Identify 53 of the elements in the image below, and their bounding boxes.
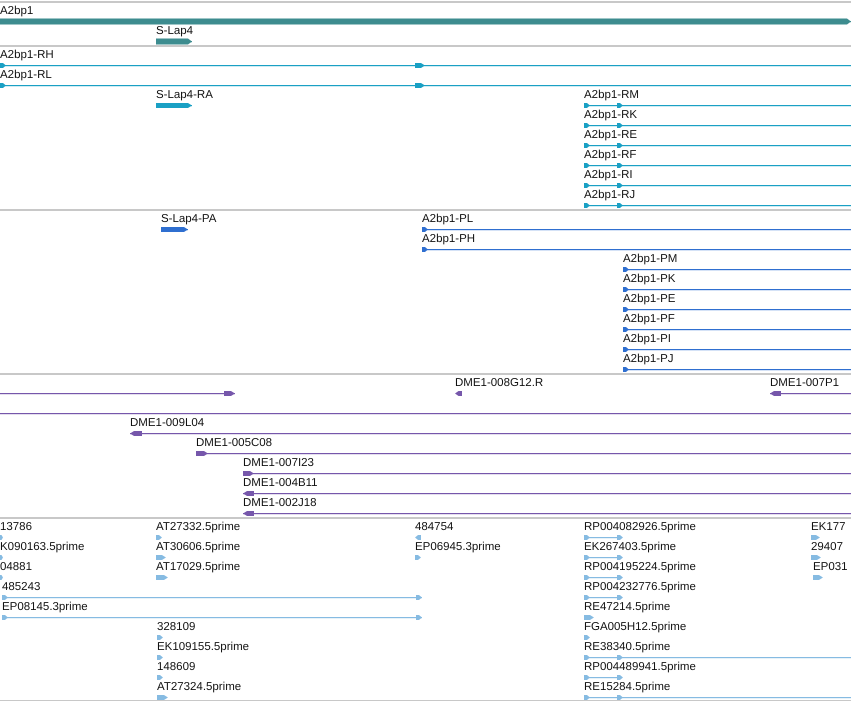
feature-label: A2bp1-RH [0,49,54,62]
feature-label: RP004082926.5prime [584,521,696,534]
feature-label: RE38340.5prime [584,641,670,654]
feature-label: A2bp1-RL [0,69,52,82]
feature-label: 13786 [0,521,32,534]
feature-label: EP06945.3prime [415,541,501,554]
feature-label: RP004195224.5prime [584,561,696,574]
feature-label: K090163.5prime [0,541,84,554]
feature-label: S-Lap4 [156,25,194,38]
feature-label: EK267403.5prime [584,541,676,554]
feature-label: A2bp1-RJ [584,189,636,202]
feature-label: FGA005H12.5prime [584,621,686,634]
feature-label: S-Lap4-PA [161,213,216,226]
feature-label: RP004232776.5prime [584,581,696,594]
feature-label: 484754 [415,521,454,534]
feature-label: RE47214.5prime [584,601,670,614]
feature-label: A2bp1-PL [422,213,474,226]
feature-label: 328109 [157,621,196,634]
feature-label: A2bp1-RE [584,129,638,142]
feature-label: EP08145.3prime [2,601,88,614]
feature-label: A2bp1-PI [623,333,671,346]
feature-label: AT17029.5prime [156,561,240,574]
feature-label: A2bp1-PE [623,293,676,306]
feature-label: DME1-007I23 [243,457,314,470]
feature-label: DME1-009L04 [130,417,204,430]
feature-label: DME1-007P1 [770,377,840,390]
feature-label: AT30606.5prime [156,541,240,554]
feature-label: EK109155.5prime [157,641,250,654]
feature-label: 485243 [2,581,40,594]
feature-label: DME1-008G12.R [455,377,544,390]
feature-label: 29407 [811,541,843,554]
feature-label: A2bp1-PK [623,273,676,286]
feature-label: A2bp1-PF [623,313,675,326]
feature-label: DME1-004B11 [243,477,318,490]
feature-label: A2bp1-PM [623,253,678,266]
feature-label: DME1-005C08 [196,437,272,450]
feature-label: A2bp1-RF [584,149,636,162]
feature-label: A2bp1-PH [422,233,476,246]
feature-label: A2bp1-RK [584,109,638,122]
feature-label: 04881 [0,561,32,574]
feature-label: RP004489941.5prime [584,661,696,674]
feature-label: 148609 [157,661,196,674]
feature-label: A2bp1-RI [584,169,633,182]
feature-label: DME1-002J18 [243,497,317,510]
feature-label: RE15284.5prime [584,681,670,694]
feature-label: S-Lap4-RA [156,89,213,102]
feature-label: A2bp1-RM [584,89,639,102]
feature-label: A2bp1 [0,5,34,18]
feature-label: A2bp1-PJ [623,353,674,366]
feature-label: EK177 [811,521,846,534]
feature-label: AT27332.5prime [156,521,240,534]
feature-label: AT27324.5prime [157,681,242,694]
feature-label: EP031 [813,561,848,574]
